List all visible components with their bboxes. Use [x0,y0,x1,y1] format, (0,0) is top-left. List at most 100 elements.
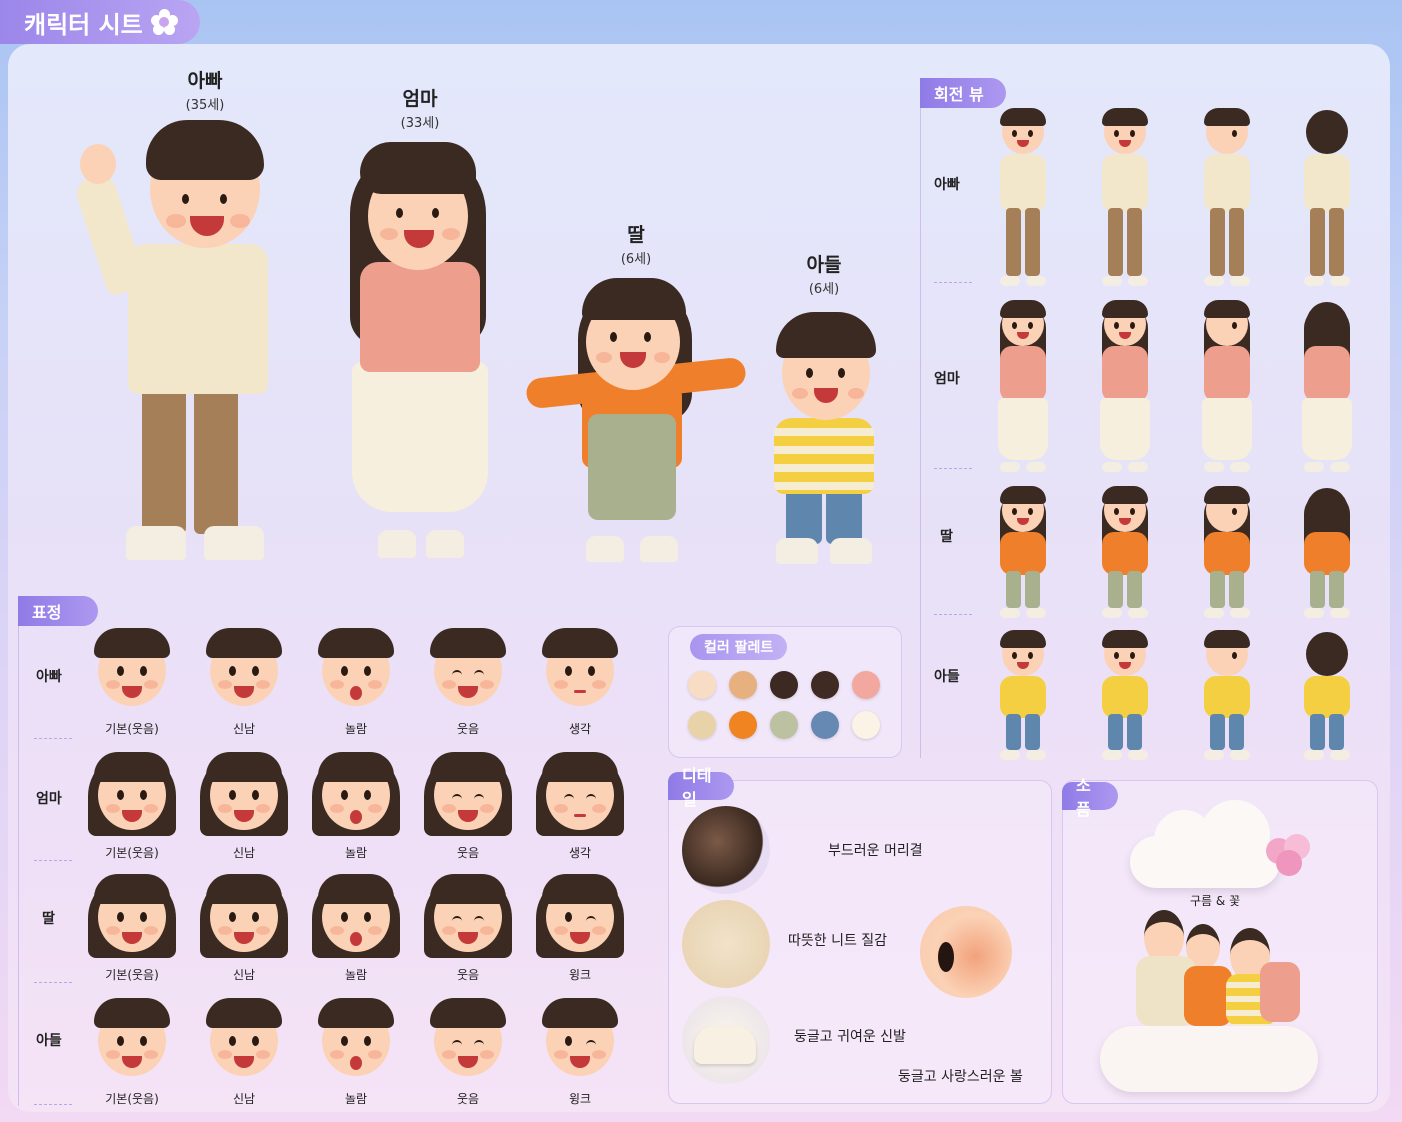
expression-dad-5 [532,624,628,714]
expression-caption: 웃음 [456,846,480,860]
expr-row-daughter: 딸 [42,911,55,927]
rotation-daughter-three-quarter [1090,486,1160,618]
color-swatch [770,671,798,699]
expression-son-4 [420,994,516,1084]
rotation-row-mom: 엄마 [934,371,960,387]
hero-mom: 엄마 (33세) [330,82,510,572]
detail-knit-text: 따뜻한 니트 질감 [788,933,888,949]
rotation-tag-label: 회전 뷰 [934,85,984,104]
details-tag-label: 디테일 [682,766,712,809]
detail-shoe-text: 둥글고 귀여운 신발 [794,1029,906,1045]
details-tag: 디테일 [668,766,734,809]
dad-figure [70,64,340,574]
color-swatch [811,711,839,739]
hero-daughter: 딸 (6세) [524,218,748,578]
detail-hair-text: 부드러운 머리결 [828,843,923,859]
expression-dad-4 [420,624,516,714]
expression-mom-2 [196,748,292,838]
rotation-dad-back [1292,110,1362,286]
rotation-son-three-quarter [1090,630,1160,760]
knit-texture-image [682,900,770,988]
expression-mom-1 [84,748,180,838]
expression-caption: 웃음 [456,1092,480,1106]
rotation-dad-three-quarter [1090,108,1160,286]
expression-caption: 기본(웃음) [105,846,159,860]
expression-daughter-5 [532,870,628,960]
rotation-row-daughter: 딸 [940,529,953,545]
expression-caption: 신남 [232,968,256,982]
expression-caption: 기본(웃음) [105,722,159,736]
expr-row-mom: 엄마 [36,791,62,807]
expression-daughter-2 [196,870,292,960]
expression-caption: 윙크 [568,968,592,982]
rotation-mom-three-quarter [1090,300,1160,472]
flower-icon [150,9,178,35]
color-swatch [688,711,716,739]
expression-caption: 기본(웃음) [105,968,159,982]
expression-caption: 기본(웃음) [105,1092,159,1106]
rotation-dad-side [1192,108,1262,286]
cloud-prop-image [1130,800,1280,890]
palette-title: 컬러 팔레트 [690,634,788,660]
expression-daughter-1 [84,870,180,960]
rotation-tag: 회전 뷰 [920,78,1006,108]
rotation-divider [920,108,921,758]
family-on-cloud-image [1100,906,1320,1096]
rotation-mom-front [988,300,1058,472]
rotation-row-son: 아들 [934,669,960,685]
expression-caption: 윙크 [568,1092,592,1106]
expression-caption: 놀람 [344,1092,368,1106]
expression-caption: 놀람 [344,722,368,736]
rotation-daughter-back [1292,488,1362,618]
color-swatch [852,671,880,699]
sheet-title: 캐릭터 시트 [24,10,143,39]
expression-son-1 [84,994,180,1084]
palette-title-label: 컬러 팔레트 [704,640,774,656]
expression-caption: 생각 [568,846,592,860]
expression-son-3 [308,994,404,1084]
shoe-closeup-image [682,996,770,1084]
expression-mom-4 [420,748,516,838]
rotation-son-back [1292,632,1362,760]
hair-texture-image [682,806,770,894]
hero-dad: 아빠 (35세) [70,64,340,574]
rotation-daughter-front [988,486,1058,618]
son-figure [762,248,886,578]
expression-son-2 [196,994,292,1084]
color-swatch [852,711,880,739]
rotation-mom-side [1192,300,1262,472]
color-swatch [688,671,716,699]
expression-caption: 신남 [232,722,256,736]
expression-daughter-4 [420,870,516,960]
detail-cheek-text: 둥글고 사랑스러운 볼 [898,1069,1023,1085]
expression-caption: 웃음 [456,968,480,982]
rotation-son-side [1192,630,1262,760]
expression-mom-3 [308,748,404,838]
expression-caption: 웃음 [456,722,480,736]
expression-caption: 신남 [232,846,256,860]
flower-prop-icon [1262,834,1318,878]
daughter-figure [524,218,748,578]
mom-figure [330,82,510,572]
expressions-tag-label: 표정 [32,603,62,622]
rotation-daughter-side [1192,486,1262,618]
expression-mom-5 [532,748,628,838]
color-swatch [811,671,839,699]
props-tag-label: 소품 [1076,776,1091,819]
color-swatch [729,711,757,739]
rotation-row-dad: 아빠 [934,177,960,193]
hero-son: 아들 (6세) [762,248,886,578]
expressions-tag: 표정 [18,596,98,626]
expression-caption: 놀람 [344,968,368,982]
rotation-dad-front [988,108,1058,286]
expression-dad-1 [84,624,180,714]
expression-caption: 생각 [568,722,592,736]
expression-dad-2 [196,624,292,714]
expressions-divider [18,626,19,1106]
expr-row-son: 아들 [36,1033,62,1049]
expression-caption: 신남 [232,1092,256,1106]
color-swatch [729,671,757,699]
rotation-son-front [988,630,1058,760]
props-tag: 소품 [1062,776,1118,819]
rotation-mom-back [1292,302,1362,472]
